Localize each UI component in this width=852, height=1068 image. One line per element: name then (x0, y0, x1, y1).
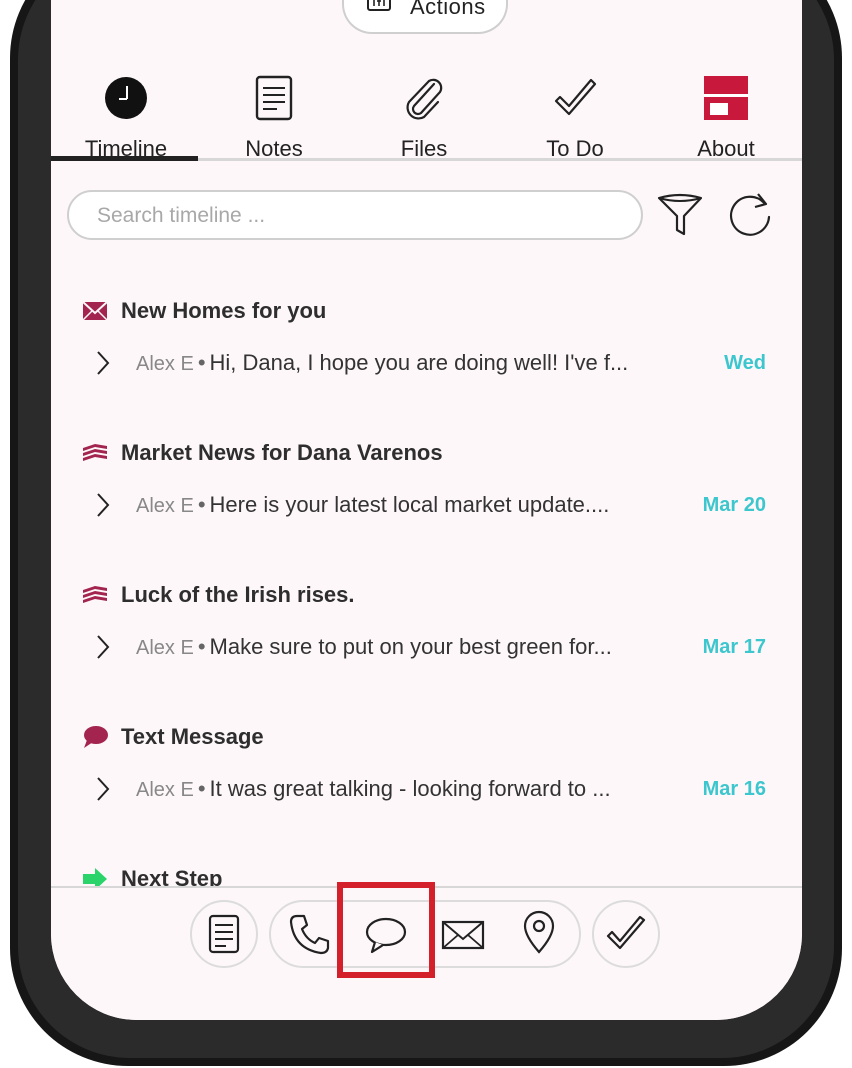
timeline-item-preview: Alex E • It was great talking - looking fo… (136, 776, 696, 802)
timeline-item-title: New Homes for you (121, 298, 327, 323)
timeline-item-snippet: Here is your latest local market update.… (209, 492, 610, 517)
timeline-item-author: Alex E (136, 637, 194, 659)
timeline-item[interactable]: Luck of the Irish rises. Alex E • Make sur… (51, 574, 802, 704)
tab-files[interactable]: Files (349, 70, 499, 162)
add-note-button[interactable] (190, 900, 258, 968)
tab-notes[interactable]: Notes (199, 70, 349, 162)
tab-todo[interactable]: To Do (500, 70, 650, 162)
notes-icon (255, 75, 293, 121)
timeline-item-date: Wed (724, 352, 766, 374)
add-task-button[interactable] (592, 900, 660, 968)
timeline-item-title: Market News for Dana Varenos (121, 440, 443, 465)
actions-button[interactable]: Actions (342, 0, 508, 34)
about-card-icon (704, 76, 748, 120)
paperclip-icon (406, 78, 443, 120)
filter-icon[interactable] (655, 190, 705, 240)
timeline-item-snippet: It was great talking - looking forward t… (209, 776, 611, 801)
active-tab-indicator (51, 156, 198, 161)
timeline-item-date: Mar 16 (702, 778, 766, 800)
check-icon (606, 915, 646, 950)
timeline-item-date: Mar 17 (702, 636, 766, 658)
separator-dot: • (197, 634, 206, 659)
actions-label: Actions (410, 0, 486, 19)
timeline-item-preview: Alex E • Make sure to put on your best gre… (136, 634, 696, 660)
tab-about[interactable]: About (651, 70, 801, 162)
timeline-item-author: Alex E (136, 779, 194, 801)
timeline-item[interactable]: Text Message Alex E • It was great talking… (51, 716, 802, 846)
note-icon (208, 914, 240, 954)
refresh-icon[interactable] (725, 190, 775, 240)
location-pin-icon[interactable] (517, 910, 561, 954)
timeline-item-title: Luck of the Irish rises. (121, 582, 355, 607)
separator-dot: • (197, 492, 206, 517)
phone-icon[interactable] (287, 912, 331, 956)
speech-bubble-icon (84, 726, 108, 748)
tab-bar: Timeline Notes Files To Do About (51, 70, 802, 162)
search-input[interactable] (95, 203, 619, 229)
timeline-item-snippet: Hi, Dana, I hope you are doing well! I'v… (209, 350, 629, 375)
timeline-item-preview: Alex E • Here is your latest local market … (136, 492, 696, 518)
timeline-item-author: Alex E (136, 495, 194, 517)
chevron-right-icon[interactable] (93, 632, 113, 662)
app-screen: Actions Timeline Notes Files To Do About… (51, 0, 802, 1020)
search-box (67, 190, 643, 240)
tab-timeline[interactable]: Timeline (51, 70, 201, 162)
highlight-box (337, 882, 435, 978)
timeline-item-title: Text Message (121, 724, 264, 749)
timeline-item[interactable]: New Homes for you Alex E • Hi, Dana, I hop… (51, 290, 802, 420)
timeline-item[interactable]: Market News for Dana Varenos Alex E • Here… (51, 432, 802, 562)
sliders-icon (367, 0, 391, 11)
clock-icon (105, 77, 147, 119)
envelope-icon (82, 301, 108, 321)
chevron-right-icon[interactable] (93, 348, 113, 378)
newsletter-stack-icon (83, 444, 107, 461)
timeline-item-preview: Alex E • Hi, Dana, I hope you are doing we… (136, 350, 696, 376)
mail-icon[interactable] (441, 912, 485, 956)
chevron-right-icon[interactable] (93, 490, 113, 520)
separator-dot: • (197, 776, 206, 801)
timeline-item-snippet: Make sure to put on your best green for.… (209, 634, 612, 659)
chevron-right-icon[interactable] (93, 774, 113, 804)
separator-dot: • (197, 350, 206, 375)
checkmark-icon (554, 78, 597, 116)
timeline-item-author: Alex E (136, 353, 194, 375)
timeline-item-date: Mar 20 (702, 494, 766, 516)
newsletter-stack-icon (83, 586, 107, 603)
